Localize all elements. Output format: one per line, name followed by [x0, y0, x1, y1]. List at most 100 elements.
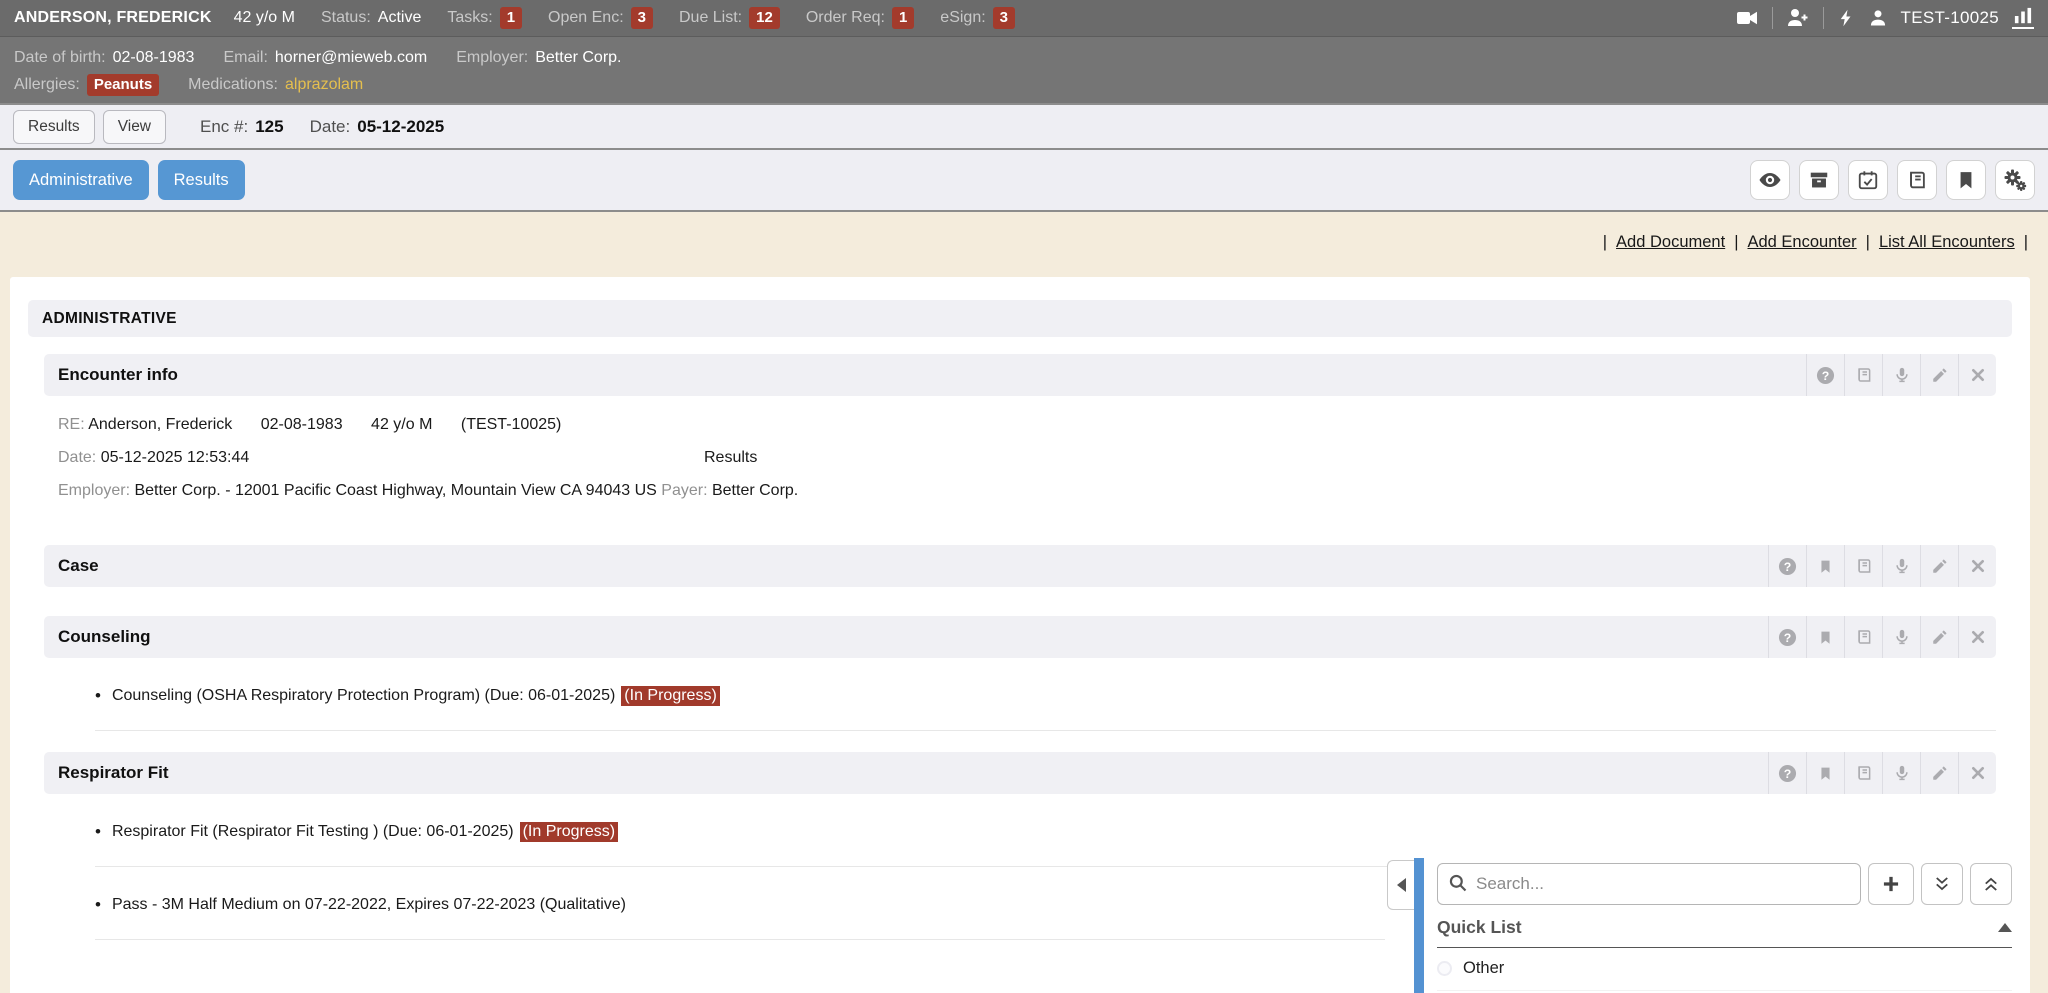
payer-label: Payer:	[661, 482, 707, 499]
microphone-icon[interactable]	[1882, 545, 1920, 587]
video-camera-icon[interactable]	[1735, 6, 1759, 30]
bookmark-icon[interactable]	[1946, 160, 1986, 200]
encounter-info-content: RE: Anderson, Frederick 02-08-1983 42 y/…	[44, 396, 1996, 515]
tab-view[interactable]: View	[103, 110, 166, 144]
quick-list-body: Quick List Other	[1424, 858, 2030, 993]
list-all-encounters-link[interactable]: List All Encounters	[1879, 233, 2015, 252]
pencil-icon[interactable]	[1920, 354, 1958, 396]
order-req-badge[interactable]: 1	[892, 7, 914, 29]
tasks-counter[interactable]: Tasks: 1	[447, 7, 522, 29]
collapse-panel-button[interactable]	[1387, 860, 1414, 910]
dob-group: Date of birth: 02-08-1983	[14, 49, 194, 67]
quick-list-item-other[interactable]: Other	[1437, 959, 2012, 991]
chevron-left-icon	[1397, 878, 1406, 892]
tasks-label: Tasks:	[447, 9, 492, 27]
add-button[interactable]	[1868, 863, 1914, 905]
enc-number-group: Enc #: 125	[200, 117, 284, 137]
book-icon[interactable]	[1844, 354, 1882, 396]
re-dob: 02-08-1983	[261, 416, 343, 433]
collapse-all-button[interactable]	[1970, 863, 2012, 905]
due-list-badge[interactable]: 12	[749, 7, 780, 29]
help-icon[interactable]: ?	[1806, 354, 1844, 396]
in-progress-badge: (In Progress)	[621, 686, 719, 706]
allergy-badge[interactable]: Peanuts	[87, 74, 159, 96]
book-icon[interactable]	[1844, 616, 1882, 658]
archive-icon[interactable]	[1799, 160, 1839, 200]
results-button[interactable]: Results	[158, 160, 245, 200]
pencil-icon[interactable]	[1920, 616, 1958, 658]
open-enc-label: Open Enc:	[548, 9, 624, 27]
allergies-group: Allergies: Peanuts	[14, 74, 159, 96]
microphone-icon[interactable]	[1882, 752, 1920, 794]
open-enc-badge[interactable]: 3	[631, 7, 653, 29]
bookmark-icon[interactable]	[1806, 616, 1844, 658]
quick-list-header[interactable]: Quick List	[1437, 917, 2012, 948]
logged-in-user-id[interactable]: TEST-10025	[1901, 8, 1999, 28]
enc-date-group: Date: 05-12-2025	[310, 117, 445, 137]
tasks-badge[interactable]: 1	[500, 7, 522, 29]
due-list-counter[interactable]: Due List: 12	[679, 7, 780, 29]
counseling-section: Counseling ? Counseling (OSHA Respirator…	[44, 616, 1996, 731]
svg-text:?: ?	[1784, 766, 1792, 780]
esign-label: eSign:	[940, 9, 985, 27]
microphone-icon[interactable]	[1882, 616, 1920, 658]
chart-toolbar	[1750, 160, 2035, 200]
medication-value[interactable]: alprazolam	[285, 76, 363, 94]
close-icon[interactable]	[1958, 354, 1996, 396]
esign-counter[interactable]: eSign: 3	[940, 7, 1015, 29]
dob-label: Date of birth:	[14, 49, 106, 67]
lightning-icon[interactable]	[1837, 7, 1855, 29]
pipe: |	[2024, 233, 2028, 252]
enc-date-value: 05-12-2025	[357, 117, 444, 137]
help-icon[interactable]: ?	[1768, 616, 1806, 658]
gears-icon[interactable]	[1995, 160, 2035, 200]
date-value: 05-12-2025 12:53:44	[101, 449, 250, 466]
re-id: (TEST-10025)	[461, 416, 561, 433]
book-icon[interactable]	[1897, 160, 1937, 200]
section-header-icons: ?	[1768, 616, 1996, 658]
date-label: Date:	[58, 449, 96, 466]
esign-badge[interactable]: 3	[993, 7, 1015, 29]
plus-icon	[1881, 874, 1901, 894]
bookmark-icon[interactable]	[1806, 545, 1844, 587]
eye-icon[interactable]	[1750, 160, 1790, 200]
results-text: Results	[704, 441, 757, 474]
main-content: | Add Document | Add Encounter | List Al…	[0, 212, 2048, 993]
bookmark-icon[interactable]	[1806, 752, 1844, 794]
pencil-icon[interactable]	[1920, 545, 1958, 587]
order-req-counter[interactable]: Order Req: 1	[806, 7, 914, 29]
respirator-fit-item[interactable]: Respirator Fit (Respirator Fit Testing )…	[95, 822, 1996, 842]
close-icon[interactable]	[1958, 616, 1996, 658]
due-list-label: Due List:	[679, 9, 742, 27]
bar-chart-icon[interactable]	[2012, 7, 2034, 29]
re-name: Anderson, Frederick	[88, 416, 232, 433]
tab-results[interactable]: Results	[13, 110, 95, 144]
help-icon[interactable]: ?	[1768, 545, 1806, 587]
open-enc-counter[interactable]: Open Enc: 3	[548, 7, 653, 29]
svg-text:?: ?	[1784, 559, 1792, 573]
re-label: RE:	[58, 416, 85, 433]
microphone-icon[interactable]	[1882, 354, 1920, 396]
help-icon[interactable]: ?	[1768, 752, 1806, 794]
pencil-icon[interactable]	[1920, 752, 1958, 794]
search-input[interactable]	[1437, 863, 1861, 905]
divider	[1823, 7, 1824, 29]
administrative-button[interactable]: Administrative	[13, 160, 149, 200]
pipe: |	[1734, 233, 1738, 252]
triangle-up-icon	[1998, 923, 2012, 932]
email-label: Email:	[223, 49, 267, 67]
calendar-check-icon[interactable]	[1848, 160, 1888, 200]
status-group: Status: Active	[321, 9, 421, 27]
patient-name[interactable]: ANDERSON, FREDERICK	[14, 9, 212, 27]
re-age-sex: 42 y/o M	[371, 416, 432, 433]
radio-icon[interactable]	[1437, 961, 1452, 976]
book-icon[interactable]	[1844, 545, 1882, 587]
add-encounter-link[interactable]: Add Encounter	[1747, 233, 1856, 252]
book-icon[interactable]	[1844, 752, 1882, 794]
add-document-link[interactable]: Add Document	[1616, 233, 1725, 252]
close-icon[interactable]	[1958, 545, 1996, 587]
expand-all-button[interactable]	[1921, 863, 1963, 905]
person-add-icon[interactable]	[1786, 6, 1810, 30]
counseling-item[interactable]: Counseling (OSHA Respiratory Protection …	[95, 686, 1996, 706]
close-icon[interactable]	[1958, 752, 1996, 794]
